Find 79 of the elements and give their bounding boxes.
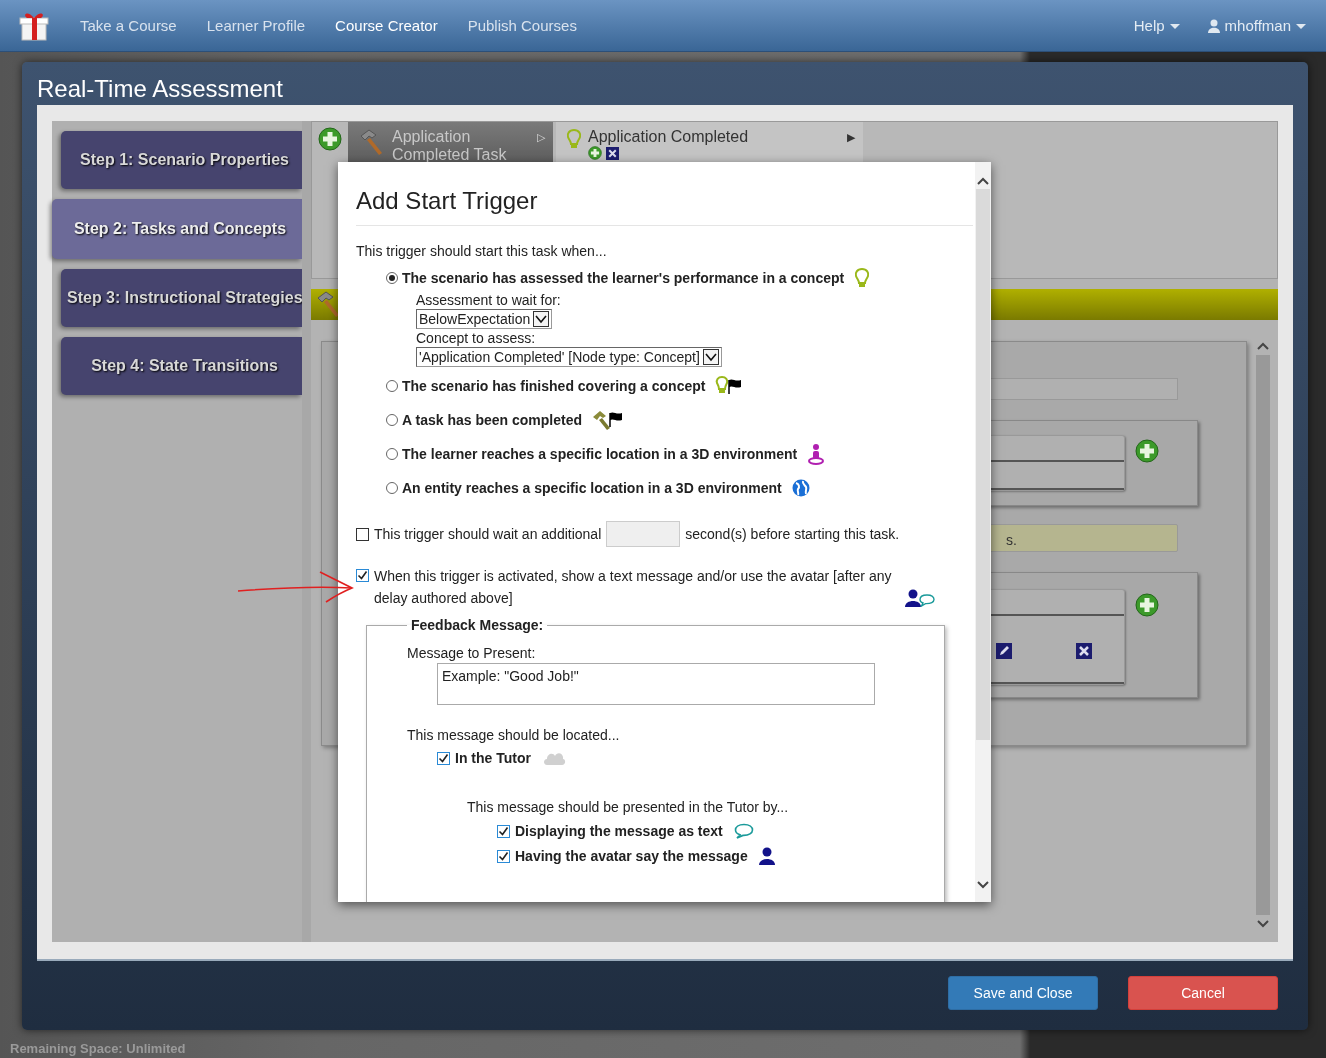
avatar-speech-icon: [905, 589, 935, 607]
scroll-up-icon: [976, 176, 990, 186]
select-value: 'Application Completed' [Node type: Concept]: [419, 349, 700, 365]
node-tab[interactable]: Application Completed ▶: [556, 122, 863, 162]
person-icon: [758, 847, 775, 865]
delete-icon: [606, 146, 619, 160]
field-label: This message should be located...: [407, 727, 621, 743]
checkbox[interactable]: [497, 849, 510, 863]
add-icon[interactable]: [318, 127, 342, 151]
scroll-down-icon: [976, 880, 990, 890]
help-label: Help: [1133, 17, 1165, 34]
pencil-icon[interactable]: [996, 643, 1012, 659]
hammer-flag-icon: [592, 409, 624, 431]
checkbox[interactable]: [356, 527, 369, 541]
instruction-text: This trigger should start this task when...: [356, 243, 608, 259]
radio-button[interactable]: [386, 448, 398, 460]
caret-icon: [1296, 22, 1306, 29]
option-label: Displaying the message as text: [515, 823, 723, 839]
step-button[interactable]: Step 3: Instructional Strategies: [61, 269, 302, 327]
user-icon: [1207, 18, 1220, 33]
scroll-up-icon: [1256, 341, 1270, 351]
expand-arrow[interactable]: ▷: [537, 131, 545, 144]
save-button[interactable]: Save and Close: [948, 976, 1098, 1010]
option-label: A task has been completed: [402, 412, 582, 428]
option-label: An entity reaches a specific location in a 3D environment: [402, 480, 782, 496]
group-legend: Feedback Message:: [407, 617, 548, 633]
nav-link[interactable]: Course Creator: [335, 17, 438, 34]
option-label: In the Tutor: [455, 750, 531, 766]
radio-button[interactable]: [386, 414, 398, 426]
speech-bubble-icon: [733, 823, 754, 839]
seconds-field[interactable]: [606, 521, 681, 547]
tab-label: Application Completed: [588, 128, 750, 146]
select-value: BelowExpectation: [419, 311, 531, 327]
user-menu[interactable]: mhoffman: [1207, 17, 1306, 34]
nav-link[interactable]: Publish Courses: [467, 17, 577, 34]
lightbulb-flag-icon: [715, 376, 744, 396]
option-label: The learner reaches a specific location in a 3D environment: [402, 446, 798, 462]
globe-icon: [791, 479, 810, 497]
step-button[interactable]: Step 4: State Transitions: [61, 337, 302, 395]
dialog-title: Add Start Trigger: [356, 187, 539, 215]
modal-title: Real-Time Assessment: [36, 74, 284, 104]
option-label: The scenario has assessed the learner's performance in a concept: [402, 270, 845, 286]
nav-link[interactable]: Learner Profile: [206, 17, 306, 34]
help-menu[interactable]: Help: [1133, 17, 1180, 34]
expand-arrow[interactable]: ▶: [847, 131, 855, 144]
field-label: Message to Present:: [407, 645, 537, 661]
concept-dropdown[interactable]: 'Application Completed' [Node type: Concept]: [416, 347, 722, 367]
step-button[interactable]: Step 1: Scenario Properties: [61, 131, 302, 189]
delete-icon[interactable]: [1076, 643, 1092, 659]
delay-suffix: second(s) before starting this task.: [685, 526, 900, 542]
cancel-button[interactable]: Cancel: [1128, 976, 1278, 1010]
checkbox[interactable]: [356, 569, 369, 582]
lightbulb-icon: [854, 267, 871, 289]
scroll-down-icon: [1256, 919, 1270, 929]
checkbox[interactable]: [497, 824, 510, 838]
scrollbar[interactable]: [975, 162, 991, 902]
add-icon[interactable]: [1135, 593, 1159, 617]
option-label: Having the avatar say the message: [515, 848, 748, 864]
field-label: Concept to assess:: [416, 329, 536, 347]
checkbox[interactable]: [437, 751, 450, 765]
message-field[interactable]: Example: "Good Job!": [437, 663, 875, 705]
storage-status: Remaining Space: Unlimited: [10, 1041, 186, 1056]
delay-label: This trigger should wait an additional: [374, 526, 602, 542]
option-label: The scenario has finished covering a concept: [402, 378, 706, 394]
message-option-label: When this trigger is activated, show a text message and/or use the avatar [after any delay authored above]: [374, 567, 893, 608]
step-button[interactable]: Step 2: Tasks and Concepts: [52, 199, 302, 259]
radio-button[interactable]: [386, 380, 398, 392]
radio-button[interactable]: [386, 482, 398, 494]
add-icon[interactable]: [1135, 439, 1159, 463]
field-label: This message should be presented in the Tutor by...: [467, 799, 790, 815]
assessment-dropdown[interactable]: BelowExpectation: [416, 309, 553, 329]
radio-button[interactable]: [386, 272, 398, 284]
user-name: mhoffman: [1224, 17, 1291, 34]
person-location-icon: [807, 443, 826, 465]
lightbulb-icon: [566, 128, 582, 150]
caret-icon: [1169, 22, 1180, 29]
add-icon: [588, 146, 602, 160]
nav-link[interactable]: Take a Course: [80, 17, 177, 34]
field-label: Assessment to wait for:: [416, 291, 561, 309]
